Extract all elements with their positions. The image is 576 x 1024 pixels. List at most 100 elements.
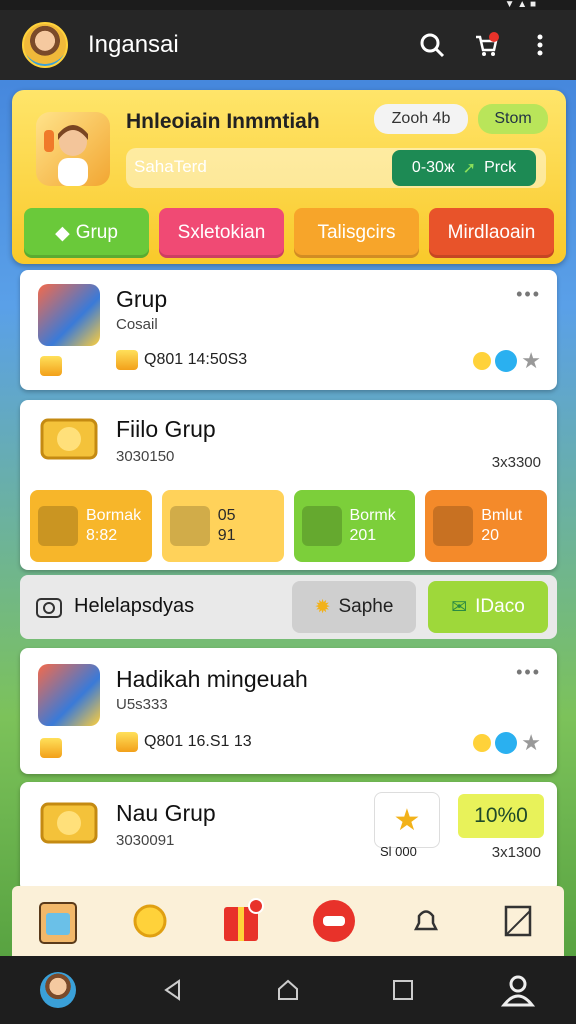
sun-icon[interactable]	[126, 897, 174, 945]
note-icon[interactable]	[494, 897, 542, 945]
clipboard-icon[interactable]	[34, 897, 82, 945]
coin-icon	[40, 356, 62, 376]
tile-line2: 8:82	[86, 527, 118, 544]
tab-label: Mirdlaoain	[447, 222, 536, 243]
sub-bar-text: SahaTerd	[134, 157, 207, 176]
chest-icon	[116, 732, 138, 752]
mail-icon: ✉	[451, 596, 468, 618]
record-icon[interactable]	[310, 897, 358, 945]
tag-icon: ◆	[55, 222, 70, 244]
tab-label: Grup	[75, 222, 118, 243]
status-pill[interactable]: Stom	[478, 104, 548, 134]
gem-blue-icon	[495, 350, 518, 372]
save-button[interactable]: ✹ Saphe	[292, 581, 416, 633]
game-avatar-icon	[36, 112, 110, 186]
card-value: Q801 16.S1 13	[144, 733, 252, 750]
cheese-icon	[301, 506, 342, 546]
tab-label: Sxletokian	[177, 222, 266, 243]
more-vert-icon[interactable]	[520, 25, 560, 65]
user-icon[interactable]	[498, 970, 538, 1010]
status-icons: ▼ ▲ ■	[504, 0, 536, 10]
avatar[interactable]	[22, 22, 68, 68]
ok-button[interactable]: ✉ IDaco	[428, 581, 548, 633]
tile-1[interactable]: Bormak 8:82	[30, 490, 152, 562]
tab-sxletokian[interactable]: Sxletokian	[159, 208, 284, 258]
gift-icon[interactable]	[218, 897, 266, 945]
gear-icon: ✹	[314, 596, 331, 618]
leaf-icon: ➚	[462, 160, 477, 177]
group-card[interactable]: Grup Cosail ••• Q801 14:50S3 ★	[20, 270, 557, 390]
group-avatar-icon	[38, 664, 100, 726]
score-badge: 10%0	[458, 794, 544, 838]
star-icon: ★	[393, 803, 421, 837]
badge-row: ★	[473, 730, 541, 756]
tile-2[interactable]: 05 91	[161, 490, 284, 562]
star-icon[interactable]: ★	[521, 348, 541, 374]
badge-row: ★	[473, 348, 541, 374]
tile-line1: Bormk	[349, 507, 396, 524]
app-title: Ingansai	[88, 31, 179, 58]
camera-icon[interactable]	[36, 595, 62, 619]
rating-value: Sl 000	[380, 844, 417, 859]
card-meta: 3030091	[116, 832, 175, 849]
card-name: Hadikah mingeuah	[116, 666, 308, 692]
ticket-icon	[169, 506, 210, 546]
recents-icon[interactable]	[383, 970, 423, 1010]
star-icon[interactable]: ★	[521, 730, 541, 756]
card-right-value: 3x1300	[491, 844, 541, 861]
more-icon[interactable]: •••	[516, 662, 541, 683]
search-icon[interactable]	[412, 25, 452, 65]
tile-4[interactable]: Bmlut 20	[425, 490, 547, 562]
card-meta: Cosail	[116, 316, 158, 333]
card-value-row: Q801 16.S1 13	[116, 732, 252, 752]
save-label: Saphe	[338, 596, 394, 617]
app-bar: Ingansai	[0, 10, 576, 80]
rating-box[interactable]: ★	[374, 792, 440, 848]
tile-3[interactable]: Bormk 201	[293, 490, 416, 562]
card-name: Nau Grup	[116, 800, 216, 826]
tab-label: Talisgcirs	[317, 222, 396, 243]
card-name: Fiilo Grup	[116, 416, 216, 442]
home-icon[interactable]	[268, 970, 308, 1010]
tab-mirdlaoain[interactable]: Mirdlaoain	[429, 208, 554, 258]
action-strip: Helelapsdyas ✹ Saphe ✉ IDaco	[20, 575, 557, 639]
group-avatar-icon	[38, 284, 100, 346]
card-value: Q801 14:50S3	[144, 351, 248, 368]
card-meta: U5s333	[116, 696, 168, 713]
tile-line2: 91	[217, 527, 236, 544]
trophy-icon	[433, 506, 474, 546]
ok-label: IDaco	[475, 596, 525, 617]
pick-button[interactable]: 0-30ж ➚ Prck	[392, 150, 536, 186]
bell-icon[interactable]	[402, 897, 450, 945]
strip-label: Helelapsdyas	[74, 595, 195, 617]
more-icon[interactable]: •••	[516, 284, 541, 305]
pick-code: 0-30ж	[411, 159, 455, 176]
coin-icon	[40, 738, 62, 758]
card-right-value: 3x3300	[491, 454, 541, 471]
medal-icon	[38, 414, 100, 476]
group-card[interactable]: Nau Grup 3030091 ★ Sl 000 10%0 3x1300	[20, 782, 557, 892]
group-card[interactable]: Hadikah mingeuah U5s333 ••• Q801 16.S1 1…	[20, 648, 557, 774]
card-meta: 3030150	[116, 448, 175, 465]
gem-blue-icon	[495, 732, 518, 754]
status-bar: ▼ ▲ ■	[0, 0, 576, 10]
system-nav-bar	[0, 956, 576, 1024]
header-panel: Hnleoiain Inmmtiah Zooh 4b Stom SahaTerd…	[12, 90, 566, 264]
tab-row: ◆ Grup Sxletokian Talisgcirs Mirdlaoain	[24, 208, 554, 258]
tab-talisgcirs[interactable]: Talisgcirs	[294, 208, 419, 258]
tile-row: Bormak 8:82 05 91 Bormk 201 Bmlut 20	[30, 490, 547, 562]
tile-line1: 05	[217, 507, 236, 524]
card-name: Grup	[116, 286, 168, 312]
tile-line1: Bormak	[86, 507, 142, 524]
gem-yellow-icon	[473, 352, 492, 370]
profile-avatar[interactable]	[38, 970, 78, 1010]
zoom-pill[interactable]: Zooh 4b	[374, 104, 468, 134]
gem-yellow-icon	[473, 734, 492, 752]
cart-icon[interactable]	[466, 25, 506, 65]
back-icon[interactable]	[153, 970, 193, 1010]
tab-grup[interactable]: ◆ Grup	[24, 208, 149, 258]
group-card-with-tiles[interactable]: Fiilo Grup 3030150 3x3300 Bormak 8:82 05 9…	[20, 400, 557, 570]
bottom-tray	[12, 886, 564, 956]
box-icon	[38, 506, 78, 546]
sub-bar: SahaTerd 0-30ж ➚ Prck	[126, 148, 546, 188]
